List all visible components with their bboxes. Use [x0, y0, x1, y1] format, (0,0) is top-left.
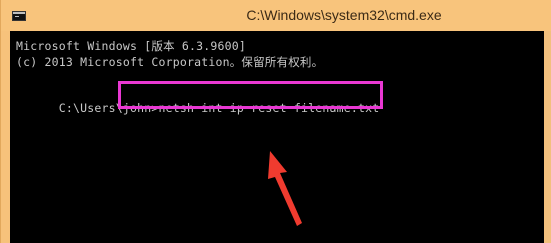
title-bar[interactable]: C:\Windows\system32\cmd.exe — [1, 0, 551, 31]
vertical-scrollbar[interactable] — [544, 31, 551, 243]
red-arrow-icon — [268, 151, 302, 226]
command-prompt-window: C:\Windows\system32\cmd.exe Microsoft Wi… — [0, 0, 551, 243]
console-output[interactable]: Microsoft Windows [版本 6.3.9600] (c) 2013… — [10, 31, 544, 243]
command-highlight-box — [118, 81, 383, 109]
os-version-line: Microsoft Windows [版本 6.3.9600] — [16, 39, 246, 53]
window-title: C:\Windows\system32\cmd.exe — [246, 7, 442, 23]
red-arrow-icon — [268, 151, 302, 226]
copyright-line: (c) 2013 Microsoft Corporation。保留所有权利。 — [16, 55, 324, 69]
